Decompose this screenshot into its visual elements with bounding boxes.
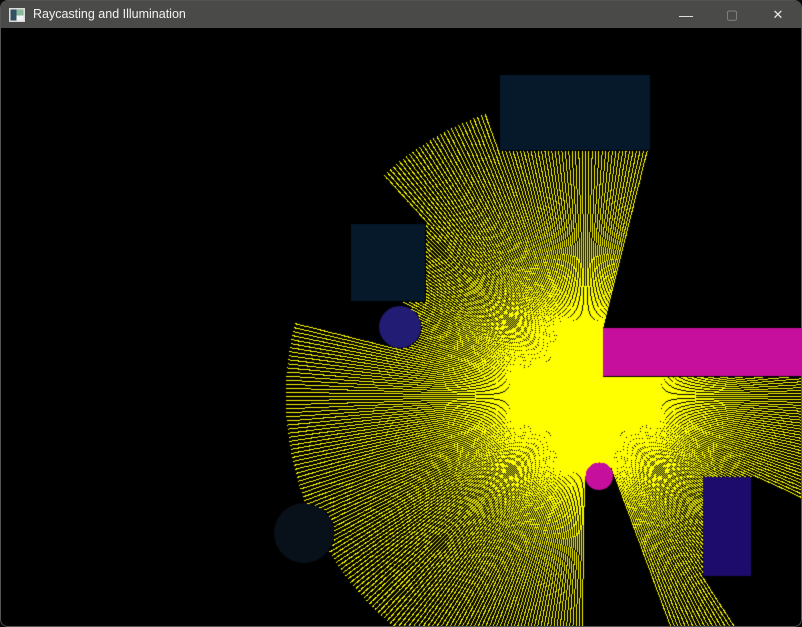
close-icon: ✕ — [773, 7, 784, 23]
minimize-button[interactable]: — — [663, 1, 709, 28]
content-area — [1, 28, 801, 627]
raycast-canvas[interactable] — [1, 28, 801, 627]
window-title: Raycasting and Illumination — [33, 1, 663, 28]
window: Raycasting and Illumination — ▢ ✕ — [0, 0, 802, 627]
caption-buttons: — ▢ ✕ — [663, 1, 801, 28]
minimize-icon: — — [679, 7, 693, 23]
maximize-button[interactable]: ▢ — [709, 1, 755, 28]
maximize-icon: ▢ — [726, 7, 738, 23]
titlebar[interactable]: Raycasting and Illumination — ▢ ✕ — [1, 1, 801, 28]
close-button[interactable]: ✕ — [755, 1, 801, 28]
app-icon — [9, 7, 25, 23]
